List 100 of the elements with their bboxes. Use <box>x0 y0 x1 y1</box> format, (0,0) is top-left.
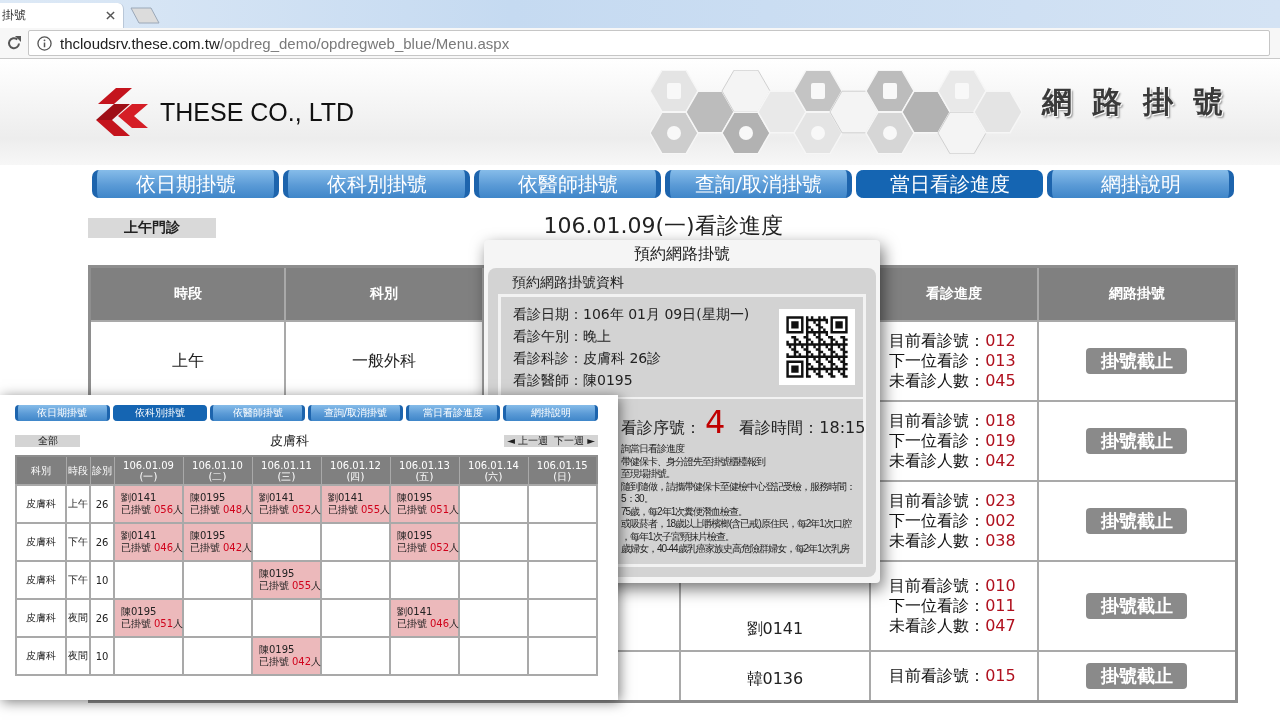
status-line: 目前看診號：018 <box>889 411 1017 431</box>
booking-count: 已掛號 055人 <box>259 580 320 592</box>
doctor-name: 陳0195 <box>190 492 227 504</box>
doctor-name: 陳0195 <box>190 530 227 542</box>
department-cell: 皮膚科 <box>16 523 66 561</box>
doctor-name: 陳0195 <box>259 644 296 656</box>
booking-count: 已掛號 052人 <box>259 504 320 516</box>
nav-tab[interactable]: 依科別掛號 <box>112 405 208 421</box>
sequence-label: 看診序號： <box>621 418 701 439</box>
note-line: 詢當日看診進度 <box>621 443 686 456</box>
browser-tab[interactable]: 掛號 <box>0 3 124 28</box>
status-line: 目前看診號：023 <box>889 491 1017 511</box>
qr-code-icon <box>779 309 855 385</box>
booked-slot-cell[interactable]: 劉0141 已掛號 052人 <box>252 485 321 523</box>
detail-line: 看診醫師：陳0195 <box>513 371 634 390</box>
status-line: 目前看診號：015 <box>889 666 1017 686</box>
address-bar[interactable]: thcloudsrv.these.com.tw/opdreg_demo/opdregweb_blue/Menu.aspx <box>28 30 1270 56</box>
doctor-name: 陳0195 <box>259 568 296 580</box>
booking-count: 已掛號 042人 <box>259 656 320 668</box>
status-line: 下一位看診：002 <box>889 511 1017 531</box>
status-line: 未看診人數：047 <box>889 616 1017 636</box>
site-title: 網 路 掛 號 <box>1041 82 1228 121</box>
department-title: 皮膚科 <box>268 432 310 450</box>
session-label: 上午門診 <box>88 218 216 238</box>
doctor-name: 劉0141 <box>328 492 365 504</box>
booking-count: 已掛號 056人 <box>121 504 182 516</box>
booked-slot-cell[interactable]: 劉0141 已掛號 056人 <box>114 485 183 523</box>
date-header: 106.01.10 (二) <box>183 456 252 485</box>
detail-line: 看診午別：晚上 <box>513 327 612 346</box>
booking-count: 已掛號 051人 <box>121 618 182 630</box>
booking-count: 已掛號 042人 <box>190 542 251 554</box>
booked-slot-cell[interactable]: 劉0141 已掛號 046人 <box>114 523 183 561</box>
column-header: 科別 <box>285 266 483 321</box>
doctor-name: 陳0195 <box>397 492 434 504</box>
note-line: 至現場掛號。 <box>621 468 676 481</box>
column-header: 網路掛號 <box>1037 266 1237 321</box>
date-header: 106.01.15 (日) <box>528 456 597 485</box>
status-line: 下一位看診：011 <box>889 596 1017 616</box>
room-cell: 26 <box>90 485 114 523</box>
reload-icon[interactable] <box>6 35 22 51</box>
note-line: 5：30。 <box>621 493 654 506</box>
page-title: 106.01.09(一)看診進度 <box>543 214 783 238</box>
booked-slot-cell[interactable]: 陳0195 已掛號 051人 <box>390 485 459 523</box>
sequence-number: 4 <box>705 403 726 441</box>
note-line: 隨到隨做，請攜帶健保卡至健檢中心登記受檢，服務時間： <box>621 480 856 493</box>
status-line: 未看診人數：038 <box>889 531 1017 551</box>
booked-slot-cell[interactable]: 陳0195 已掛號 051人 <box>114 599 183 637</box>
note-line: 歲婦女，40-44歲乳癌家族史高危險群婦女，每2年1次乳房 <box>621 543 851 556</box>
booking-count: 已掛號 046人 <box>121 542 182 554</box>
note-line: 帶健保卡、身分證先至掛號櫃檯報到 <box>621 455 767 468</box>
next-week-button[interactable]: 下一週 ► <box>551 435 598 447</box>
company-name: THESE CO., LTD <box>160 97 354 127</box>
info-icon[interactable] <box>37 35 52 51</box>
status-line: 未看診人數：045 <box>889 371 1017 391</box>
status-line: 目前看診號：012 <box>889 331 1017 351</box>
note-line: ，每年1次子宮頸抹片檢查。 <box>621 530 735 543</box>
detail-line: 看診日期：106年 01月 09日(星期一) <box>513 305 750 324</box>
date-header: 106.01.11 (三) <box>252 456 321 485</box>
doctor-name: 劉0141 <box>397 606 434 618</box>
filter-button[interactable]: 全部 <box>15 435 80 447</box>
booked-slot-cell[interactable]: 劉0141 已掛號 055人 <box>321 485 390 523</box>
close-icon[interactable] <box>106 11 115 20</box>
doctor-name: 劉0141 <box>121 530 158 542</box>
detail-line: 看診科診：皮膚科 26診 <box>513 349 663 368</box>
nav-tab[interactable]: 當日看診進度 <box>856 170 1043 198</box>
booking-count: 已掛號 051人 <box>397 504 458 516</box>
booking-count: 已掛號 052人 <box>397 542 458 554</box>
visit-time: 看診時間：18:15 <box>739 418 866 439</box>
date-header: 106.01.13 (五) <box>390 456 459 485</box>
status-line: 下一位看診：019 <box>889 431 1017 451</box>
booked-slot-cell[interactable]: 陳0195 已掛號 052人 <box>390 523 459 561</box>
booked-slot-cell[interactable]: 陳0195 已掛號 042人 <box>183 523 252 561</box>
doctor-name: 劉0141 <box>259 492 296 504</box>
booking-count: 已掛號 046人 <box>397 618 458 630</box>
status-line: 未看診人數：042 <box>889 451 1017 471</box>
section-title: 預約網路掛號資料 <box>511 273 625 292</box>
department-cell: 皮膚科 <box>16 599 66 637</box>
department-cell: 皮膚科 <box>16 485 66 523</box>
date-header: 106.01.14 (六) <box>459 456 528 485</box>
doctor-name: 劉0141 <box>121 492 158 504</box>
status-line: 下一位看診：013 <box>889 351 1017 371</box>
note-line: 75歲，每2年1次糞便潛血檢查。 <box>621 505 749 518</box>
booked-slot-cell[interactable]: 陳0195 已掛號 055人 <box>252 561 321 599</box>
status-line: 目前看診號：010 <box>889 576 1017 596</box>
column-header: 科別 <box>16 456 66 485</box>
booking-count: 已掛號 048人 <box>190 504 251 516</box>
period-cell: 上午 <box>66 485 90 523</box>
doctor-name: 陳0195 <box>397 530 434 542</box>
dialog-title: 預約網路掛號 <box>633 243 731 265</box>
booked-slot-cell[interactable]: 陳0195 已掛號 042人 <box>252 637 321 675</box>
booked-slot-cell[interactable]: 劉0141 已掛號 046人 <box>390 599 459 637</box>
booked-slot-cell[interactable]: 陳0195 已掛號 048人 <box>183 485 252 523</box>
note-line: 或吸菸者，18歲以上嚼檳榔(含已戒)原住民，每2年1次口腔 <box>621 518 853 531</box>
booking-count: 已掛號 055人 <box>328 504 389 516</box>
column-header: 時段 <box>89 266 286 321</box>
department-cell: 皮膚科 <box>16 637 66 675</box>
doctor-name: 陳0195 <box>121 606 158 618</box>
date-header: 106.01.12 (四) <box>321 456 390 485</box>
date-header: 106.01.09 (一) <box>114 456 183 485</box>
department-cell: 皮膚科 <box>16 561 66 599</box>
